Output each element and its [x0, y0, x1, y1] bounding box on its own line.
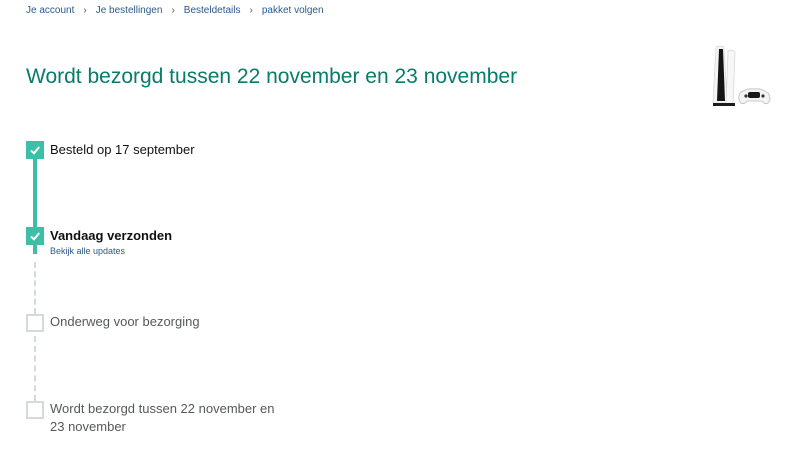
playstation-console-icon: [712, 45, 771, 106]
page-title: Wordt bezorgd tussen 22 november en 23 n…: [26, 65, 518, 88]
step-ordered-check-icon: [26, 141, 44, 159]
timeline-pending-line: [34, 262, 36, 314]
breadcrumb: Je account › Je bestellingen › Besteldet…: [26, 5, 324, 17]
step-out-for-delivery-label: Onderweg voor bezorging: [50, 314, 200, 329]
breadcrumb-order-details[interactable]: Besteldetails: [184, 5, 241, 17]
breadcrumb-separator: ›: [83, 5, 87, 16]
breadcrumb-separator: ›: [171, 5, 175, 16]
step-delivered-checkbox-icon: [26, 401, 44, 419]
breadcrumb-your-orders[interactable]: Je bestellingen: [96, 5, 163, 17]
breadcrumb-track-package[interactable]: pakket volgen: [262, 5, 324, 17]
timeline-progress-line: [33, 158, 37, 235]
step-delivered-label-line1: Wordt bezorgd tussen 22 november en: [50, 401, 275, 416]
see-all-updates-link[interactable]: Bekijk alle updates: [50, 246, 125, 257]
step-out-for-delivery-checkbox-icon: [26, 314, 44, 332]
breadcrumb-separator: ›: [249, 5, 253, 16]
track-package-page: Je account › Je bestellingen › Besteldet…: [0, 0, 800, 451]
step-delivered-label-line2: 23 november: [50, 419, 126, 434]
breadcrumb-your-account[interactable]: Je account: [26, 5, 74, 17]
step-ordered-label: Besteld op 17 september: [50, 142, 195, 157]
timeline-progress-line: [33, 244, 37, 254]
timeline-pending-line: [34, 336, 36, 401]
product-image[interactable]: [702, 43, 780, 109]
step-delivered-label: Wordt bezorgd tussen 22 november en 23 n…: [50, 400, 275, 436]
step-shipped-check-icon: [26, 227, 44, 245]
step-shipped-label: Vandaag verzonden: [50, 228, 173, 243]
